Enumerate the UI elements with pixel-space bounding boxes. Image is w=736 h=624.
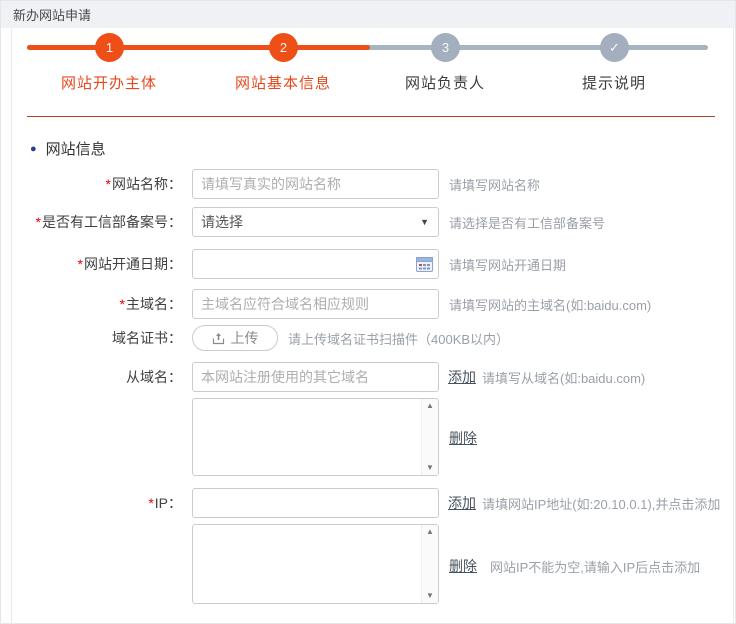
page-title: 新办网站申请 [1, 1, 736, 28]
calendar-icon[interactable] [416, 256, 433, 272]
required-mark: * [36, 214, 41, 230]
required-mark: * [120, 296, 125, 312]
new-website-application-page: 新办网站申请 1 2 3 ✓ 网站开办主体 网站基本信息 网站负责人 提示说明 … [0, 0, 736, 624]
section-heading: ● 网站信息 [30, 138, 106, 159]
ip-hint: 请填网站IP地址(如:20.10.0.1),并点击添加 [482, 494, 720, 513]
ip-listbox[interactable]: ▲ ▼ [192, 524, 439, 604]
form-panel: 1 2 3 ✓ 网站开办主体 网站基本信息 网站负责人 提示说明 ● 网站信息 … [11, 28, 734, 624]
icp-select-value: 请选择 [201, 212, 243, 232]
step-4-label: 提示说明 [539, 72, 689, 93]
check-icon: ✓ [609, 40, 620, 56]
sub-domain-delete-link[interactable]: 删除 [449, 428, 477, 448]
open-date-label: *网站开通日期： [12, 254, 182, 274]
page-title-text: 新办网站申请 [13, 5, 91, 24]
ip-add-link[interactable]: 添加 [448, 493, 476, 513]
required-mark: * [148, 495, 153, 511]
scroll-down-icon[interactable]: ▼ [426, 464, 434, 472]
sub-domain-hint: 请填写从域名(如:baidu.com) [482, 368, 645, 387]
sub-domain-row: 从域名： 添加 请填写从域名(如:baidu.com) [12, 362, 735, 392]
step-2-label: 网站基本信息 [208, 72, 358, 93]
sub-domain-add-link[interactable]: 添加 [448, 367, 476, 387]
step-3-label: 网站负责人 [370, 72, 520, 93]
bullet-icon: ● [30, 143, 37, 155]
step-3-number: 3 [442, 40, 449, 55]
upload-button[interactable]: 上传 [192, 325, 278, 351]
main-domain-hint: 请填写网站的主域名(如:baidu.com) [449, 295, 651, 314]
sub-domain-listbox[interactable]: ▲ ▼ [192, 398, 439, 476]
icp-hint: 请选择是否有工信部备案号 [449, 213, 605, 232]
site-name-input[interactable] [192, 169, 439, 199]
step-1-label: 网站开办主体 [34, 72, 184, 93]
cert-label: 域名证书： [12, 328, 182, 348]
site-name-hint: 请填写网站名称 [449, 175, 540, 194]
step-1-number: 1 [106, 40, 113, 55]
icp-select[interactable]: 请选择 ▼ [192, 207, 439, 237]
open-date-row: *网站开通日期： 请填写网站开通日期 [12, 249, 735, 279]
site-name-row: *网站名称： 请填写网站名称 [12, 169, 735, 199]
ip-input[interactable] [192, 488, 439, 518]
ip-delete-link[interactable]: 删除 [449, 556, 477, 576]
open-date-hint: 请填写网站开通日期 [449, 255, 566, 274]
cert-row: 域名证书： 上传 请上传域名证书扫描件（400KB以内） [12, 325, 735, 351]
scroll-up-icon[interactable]: ▲ [426, 402, 434, 410]
section-title: 网站信息 [46, 138, 106, 159]
site-name-label: *网站名称： [12, 174, 182, 194]
scroll-down-icon[interactable]: ▼ [426, 592, 434, 600]
main-domain-row: *主域名： 请填写网站的主域名(如:baidu.com) [12, 289, 735, 319]
step-3-circle[interactable]: 3 [431, 33, 460, 62]
main-domain-input[interactable] [192, 289, 439, 319]
required-mark: * [106, 176, 111, 192]
chevron-down-icon: ▼ [420, 217, 429, 227]
sub-domain-input[interactable] [192, 362, 439, 392]
step-4-circle[interactable]: ✓ [600, 33, 629, 62]
open-date-input[interactable] [192, 249, 439, 279]
icp-row: *是否有工信部备案号： 请选择 ▼ 请选择是否有工信部备案号 [12, 207, 735, 237]
step-1-circle[interactable]: 1 [95, 33, 124, 62]
ip-label: *IP： [12, 493, 182, 513]
required-mark: * [78, 256, 83, 272]
upload-icon [212, 332, 225, 345]
main-domain-label: *主域名： [12, 294, 182, 314]
stepper-track-progress [27, 45, 370, 50]
ip-row: *IP： 添加 请填网站IP地址(如:20.10.0.1),并点击添加 [12, 488, 735, 518]
sub-domain-label: 从域名： [12, 367, 182, 387]
scroll-up-icon[interactable]: ▲ [426, 528, 434, 536]
step-2-circle[interactable]: 2 [269, 33, 298, 62]
sub-domain-scrollbar[interactable]: ▲ ▼ [421, 399, 438, 475]
upload-button-label: 上传 [231, 328, 259, 348]
icp-label: *是否有工信部备案号： [12, 212, 182, 232]
section-divider [27, 116, 715, 117]
ip-delete-hint: 网站IP不能为空,请输入IP后点击添加 [490, 557, 700, 576]
ip-scrollbar[interactable]: ▲ ▼ [421, 525, 438, 603]
cert-hint: 请上传域名证书扫描件（400KB以内） [288, 329, 509, 348]
step-2-number: 2 [280, 40, 287, 55]
